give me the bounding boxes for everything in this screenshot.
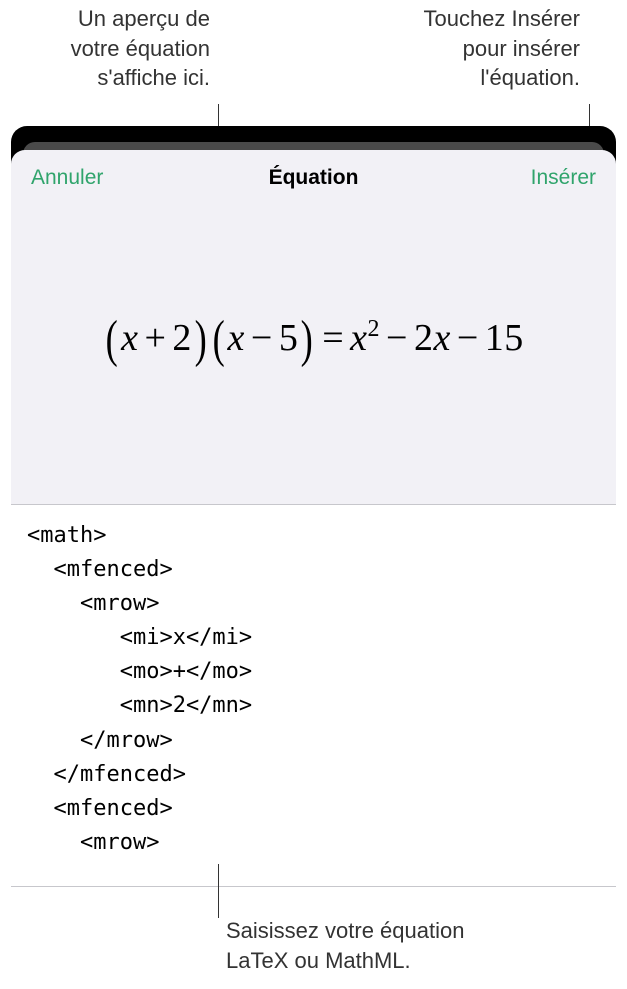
left-paren: ( (106, 310, 118, 369)
sheet-background: Annuler Équation Insérer (x+2)(x−5)=x2−2… (11, 126, 616, 874)
callout-input-line (218, 864, 219, 918)
exponent-2: 2 (368, 316, 381, 342)
right-paren-2: ) (301, 310, 313, 369)
number-15: 15 (485, 317, 524, 359)
variable-x: x (228, 317, 245, 359)
variable-x: x (350, 317, 367, 359)
number-5: 5 (279, 317, 299, 359)
callout-insert: Touchez Insérer pour insérer l'équation. (400, 4, 580, 93)
equals-operator: = (322, 317, 344, 359)
sheet-title: Équation (269, 166, 359, 190)
minus-operator: − (457, 317, 479, 359)
left-paren-2: ( (212, 310, 224, 369)
plus-operator: + (144, 317, 166, 359)
equation-preview: (x+2)(x−5)=x2−2x−15 (103, 310, 524, 369)
bottom-border (11, 886, 616, 887)
callout-preview: Un aperçu de votre équation s'affiche ic… (20, 4, 210, 93)
device-frame: Annuler Équation Insérer (x+2)(x−5)=x2−2… (11, 126, 616, 874)
number-2: 2 (172, 317, 192, 359)
right-paren: ) (195, 310, 207, 369)
minus-operator: − (386, 317, 408, 359)
variable-x: x (433, 317, 450, 359)
coefficient-2: 2 (414, 317, 434, 359)
callout-input: Saisissez votre équation LaTeX ou MathML… (226, 916, 606, 975)
navigation-bar: Annuler Équation Insérer (11, 150, 616, 204)
variable-x: x (121, 317, 138, 359)
equation-preview-area: (x+2)(x−5)=x2−2x−15 (11, 204, 616, 504)
insert-button[interactable]: Insérer (531, 166, 596, 190)
equation-sheet: Annuler Équation Insérer (x+2)(x−5)=x2−2… (11, 150, 616, 874)
minus-operator: − (251, 317, 273, 359)
cancel-button[interactable]: Annuler (31, 166, 103, 190)
equation-code-input[interactable]: <math> <mfenced> <mrow> <mi>x</mi> <mo>+… (11, 504, 616, 874)
